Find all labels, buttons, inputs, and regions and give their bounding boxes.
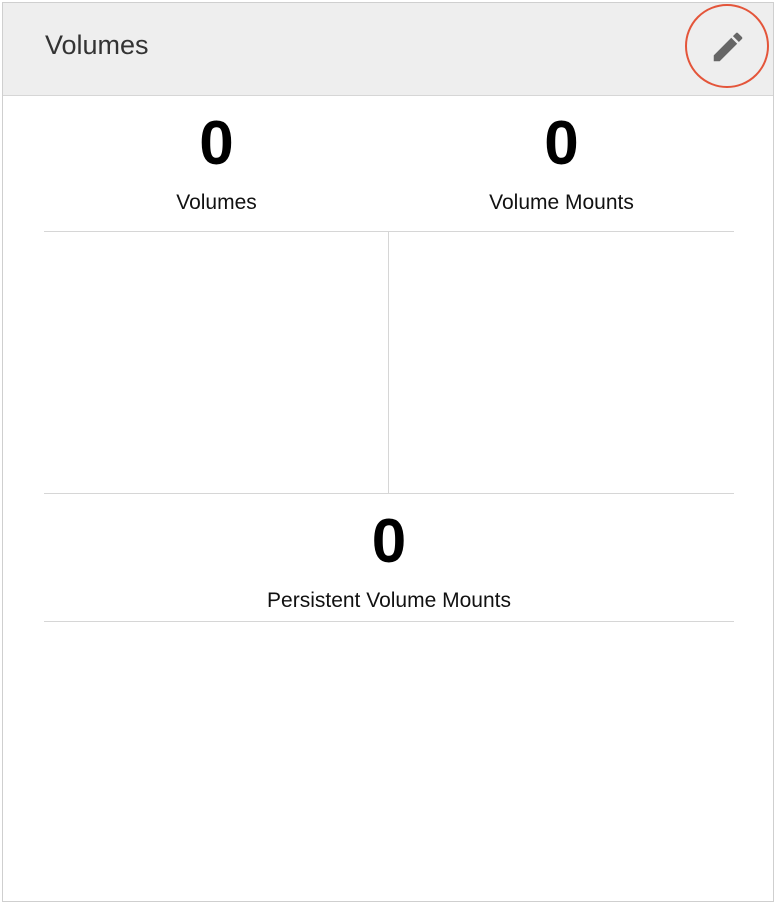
- persistent-volume-mounts-count: 0: [371, 507, 407, 576]
- volume-mounts-count: 0: [544, 109, 579, 178]
- edit-button[interactable]: [685, 4, 769, 88]
- volume-mounts-metric: 0 Volume Mounts: [389, 113, 734, 215]
- chart-area-divider: [388, 231, 389, 493]
- divider-bottom: [44, 621, 734, 622]
- volumes-count: 0: [199, 109, 234, 178]
- persistent-volume-mounts-label: Persistent Volume Mounts: [267, 589, 511, 612]
- card-title: Volumes: [45, 30, 149, 60]
- divider-middle: [44, 493, 734, 494]
- volumes-label: Volumes: [176, 191, 257, 214]
- pencil-icon: [713, 32, 743, 62]
- divider-top: [44, 231, 734, 232]
- volumes-card: Volumes 0 Volumes 0 Volume Mounts 0 Pers…: [2, 2, 774, 902]
- volumes-metric: 0 Volumes: [44, 113, 389, 215]
- volume-mounts-label: Volume Mounts: [489, 191, 634, 214]
- card-header: Volumes: [3, 3, 773, 96]
- persistent-volume-mounts-metric: 0 Persistent Volume Mounts: [44, 511, 734, 613]
